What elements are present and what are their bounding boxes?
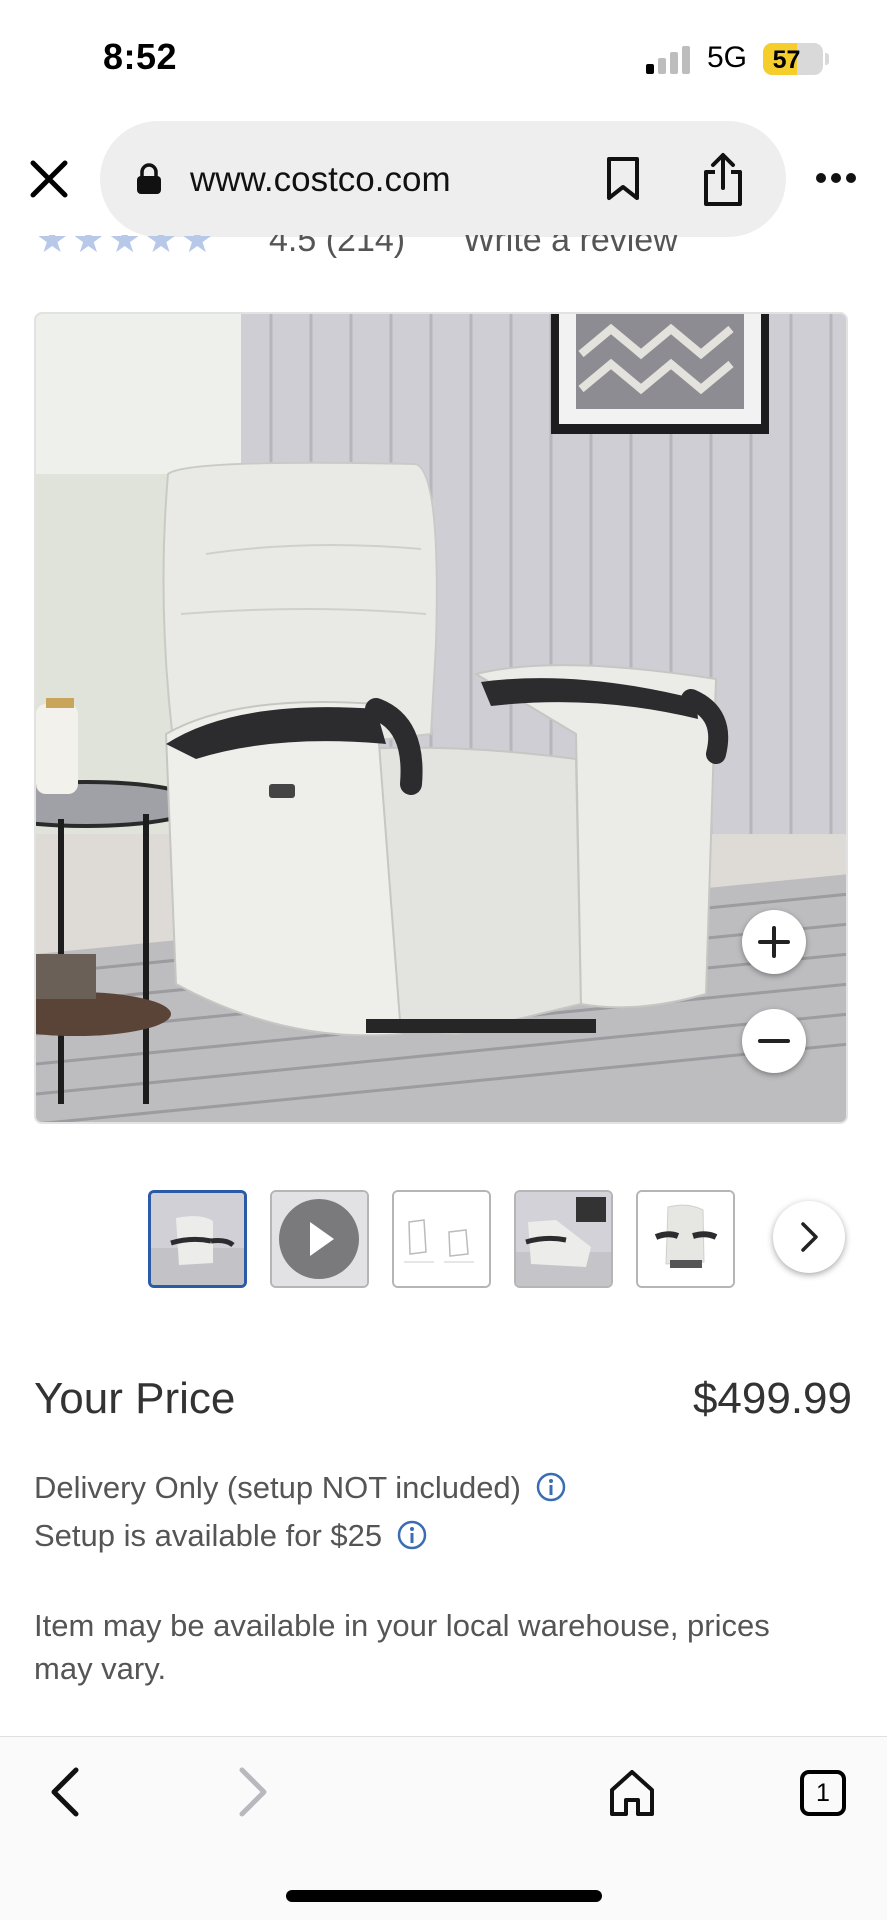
- thumb-recliner-reclined[interactable]: [514, 1190, 613, 1288]
- video-thumbnail: [272, 1192, 367, 1286]
- share-icon[interactable]: [700, 152, 746, 208]
- bookmark-icon[interactable]: [605, 156, 641, 202]
- plus-icon: [758, 926, 790, 958]
- url-text[interactable]: www.costco.com: [190, 160, 451, 200]
- write-review-link[interactable]: Write a review: [463, 235, 678, 259]
- chevron-right-icon: [801, 1222, 818, 1252]
- thumb-recliner-front[interactable]: [636, 1190, 735, 1288]
- network-type: 5G: [707, 41, 748, 74]
- delivery-note: Delivery Only (setup NOT included): [34, 1470, 521, 1505]
- info-icon[interactable]: [396, 1519, 428, 1551]
- forward-arrow-icon[interactable]: [236, 1766, 272, 1818]
- drawing-thumbnail: [394, 1192, 489, 1286]
- thumb-video[interactable]: [270, 1190, 369, 1288]
- rating-score: 4.5 (214): [269, 235, 406, 259]
- tabs-button[interactable]: 1: [800, 1770, 846, 1816]
- thumbnail-image: [516, 1192, 611, 1286]
- thumbnails-next-button[interactable]: [773, 1201, 845, 1273]
- delivery-note-row: Delivery Only (setup NOT included): [34, 1470, 567, 1506]
- setup-note: Setup is available for $25: [34, 1518, 383, 1553]
- thumb-recliner-living-room[interactable]: [148, 1190, 247, 1288]
- thumbnail-image: [151, 1193, 244, 1285]
- recliner-photo: [36, 314, 846, 1122]
- close-icon[interactable]: [28, 158, 70, 200]
- battery-level: 57: [772, 46, 801, 74]
- minus-icon: [758, 1039, 790, 1043]
- battery-icon: 57: [763, 43, 823, 75]
- price-value: $499.99: [692, 1374, 852, 1423]
- back-arrow-icon[interactable]: [46, 1766, 82, 1818]
- info-icon[interactable]: [535, 1471, 567, 1503]
- thumbnail-image: [638, 1192, 733, 1286]
- home-indicator: [286, 1890, 602, 1902]
- lock-icon: [137, 163, 161, 194]
- price-label: Your Price: [34, 1374, 236, 1423]
- zoom-out-button[interactable]: [742, 1009, 806, 1073]
- zoom-in-button[interactable]: [742, 910, 806, 974]
- home-icon[interactable]: [608, 1768, 656, 1818]
- status-time: 8:52: [103, 36, 178, 77]
- battery-cap: [825, 53, 829, 65]
- thumb-dimensions-drawing[interactable]: [392, 1190, 491, 1288]
- signal-icon: [646, 46, 692, 74]
- product-image[interactable]: [34, 312, 848, 1124]
- rating-stars-icon: ★★★★★: [36, 235, 218, 259]
- status-bar: 8:52 5G 57: [0, 0, 887, 110]
- setup-note-row: Setup is available for $25: [34, 1518, 428, 1554]
- rating-row: ★★★★★ 4.5 (214) Write a review: [36, 235, 736, 259]
- more-options-icon[interactable]: [815, 172, 857, 184]
- availability-note: Item may be available in your local ware…: [34, 1608, 770, 1686]
